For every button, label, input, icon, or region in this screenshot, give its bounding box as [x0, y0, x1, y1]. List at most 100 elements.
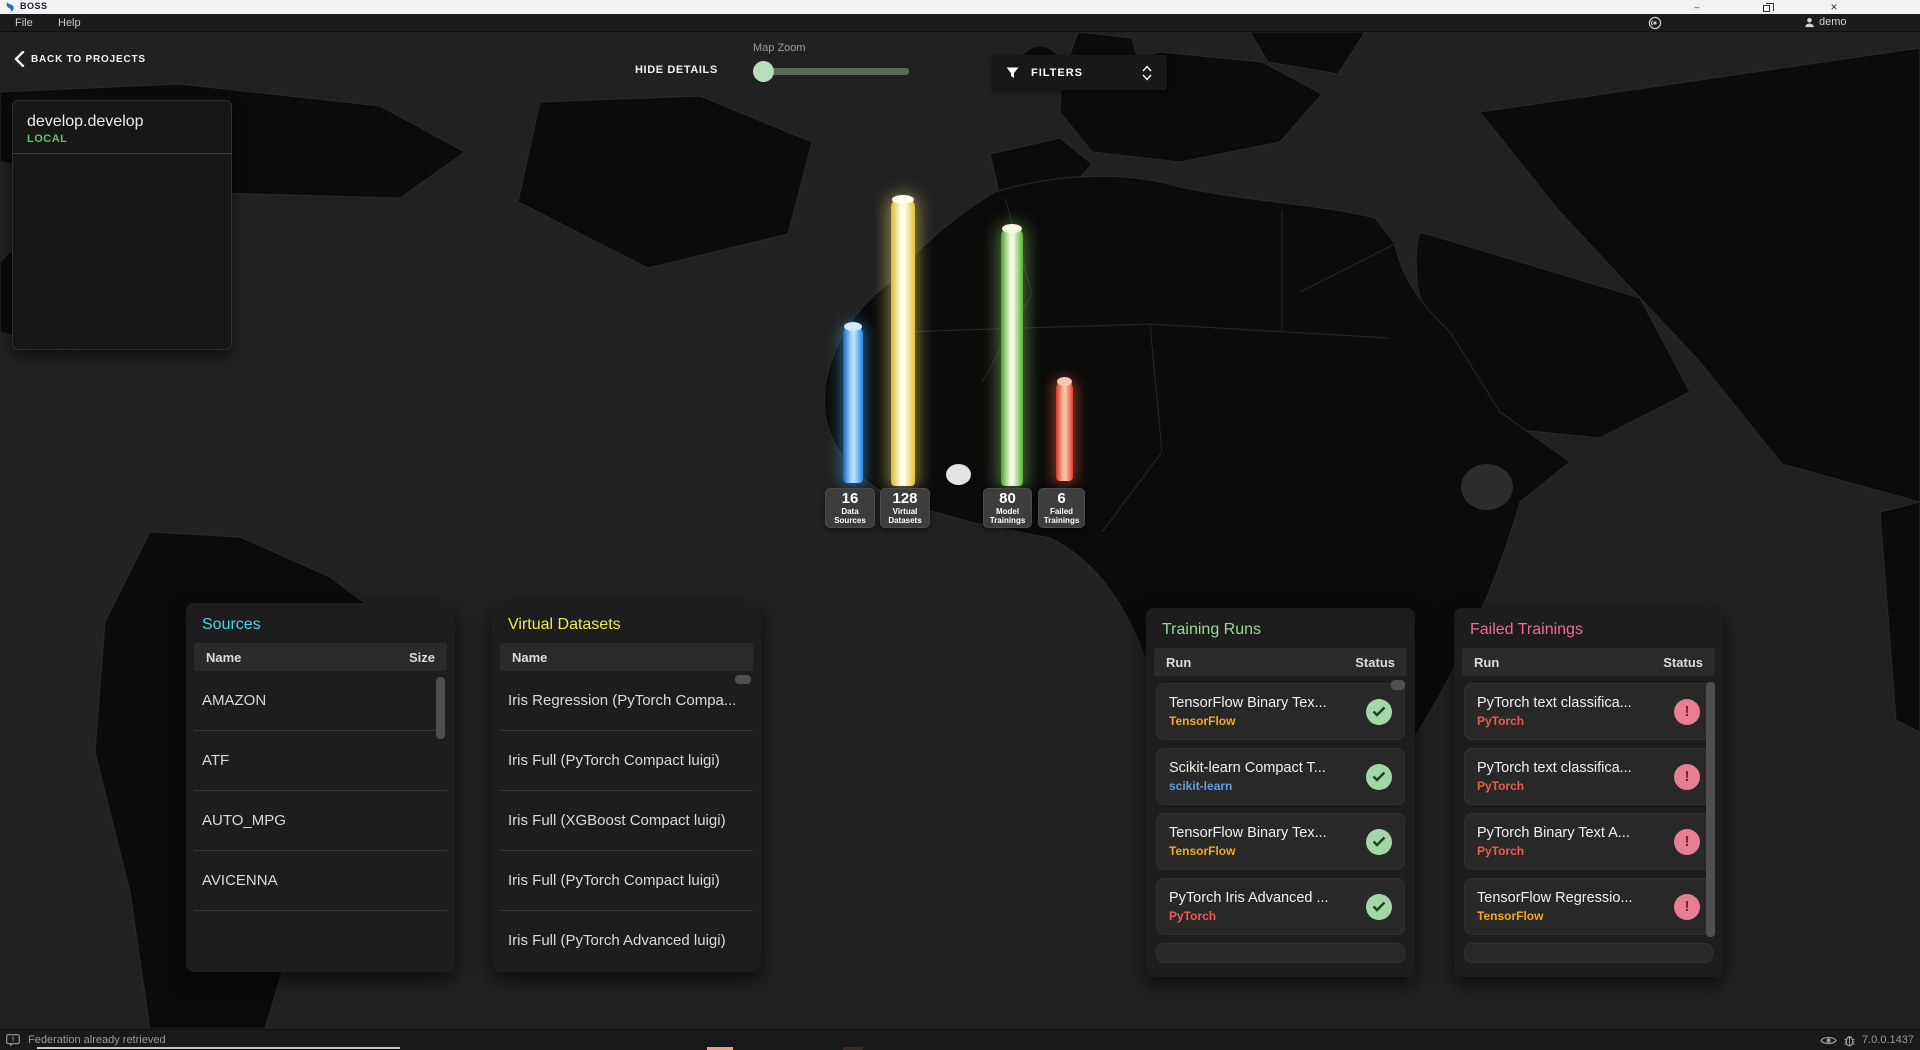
column-status: Status — [1355, 655, 1395, 670]
status-success-icon — [1366, 829, 1392, 855]
menu-bar: File Help demo — [0, 14, 1920, 32]
scrollbar-thumb[interactable] — [735, 675, 751, 684]
run-name: PyTorch Iris Advanced ... — [1169, 890, 1366, 906]
map-view: BACK TO PROJECTS HIDE DETAILS Map Zoom F… — [0, 32, 1920, 1029]
stat-badge-failed-trainings: 6 Failed Trainings — [1038, 488, 1085, 528]
bug-icon[interactable] — [1844, 1034, 1855, 1047]
window-titlebar: BOSS – ✕ — [0, 0, 1920, 14]
run-name: Scikit-learn Compact T... — [1169, 760, 1366, 776]
broadcast-icon[interactable] — [1648, 16, 1662, 30]
status-success-icon — [1366, 764, 1392, 790]
stat-badge-data-sources: 16 Data Sources — [825, 488, 875, 528]
training-run-row[interactable]: TensorFlow Binary Tex... TensorFlow — [1156, 683, 1405, 740]
dataset-name: Iris Full (PyTorch Compact luigi) — [508, 752, 749, 769]
scrollbar-thumb[interactable] — [436, 677, 445, 739]
map-zoom-slider-thumb[interactable] — [753, 61, 774, 82]
hide-details-button[interactable]: HIDE DETAILS — [635, 64, 718, 76]
dataset-row[interactable]: Iris Full (XGBoost Compact luigi) — [500, 791, 753, 851]
training-run-row[interactable]: TensorFlow Binary Tex... TensorFlow — [1156, 813, 1405, 870]
map-zoom-slider-track[interactable] — [753, 68, 909, 75]
training-runs-list: TensorFlow Binary Tex... TensorFlow Scik… — [1154, 676, 1407, 968]
training-run-row[interactable]: Scikit-learn Compact T... scikit-learn — [1156, 748, 1405, 805]
close-button[interactable]: ✕ — [1819, 0, 1849, 14]
bar-failed-trainings — [1056, 380, 1073, 481]
source-row[interactable]: AUTO_MPG — [194, 791, 447, 851]
virtual-datasets-panel: Virtual Datasets Name Iris Regression (P… — [492, 603, 761, 972]
source-row-partial — [194, 911, 447, 963]
run-framework: PyTorch — [1477, 844, 1674, 858]
failed-training-row[interactable]: TensorFlow Regressio... TensorFlow ! — [1464, 878, 1713, 935]
bar-model-trainings — [1001, 227, 1023, 486]
filter-funnel-icon — [1006, 67, 1019, 79]
stat-value: 128 — [881, 491, 929, 507]
run-framework: PyTorch — [1477, 779, 1674, 793]
minimize-button[interactable]: – — [1682, 0, 1712, 14]
notification-bubble-icon: ! — [6, 1034, 20, 1047]
project-local-badge: LOCAL — [27, 133, 217, 145]
failed-trainings-title: Failed Trainings — [1454, 608, 1723, 648]
sources-panel: Sources Name Size AMAZON ATF AUTO_MPG — [186, 603, 455, 972]
column-name: Name — [512, 650, 547, 665]
back-to-projects-button[interactable]: BACK TO PROJECTS — [14, 51, 146, 67]
menu-help[interactable]: Help — [52, 16, 87, 30]
stat-label: Sources — [826, 516, 874, 525]
source-row[interactable]: ATF — [194, 731, 447, 791]
source-row[interactable]: AVICENNA — [194, 851, 447, 911]
run-name: PyTorch text classifica... — [1477, 760, 1674, 776]
dataset-name: Iris Full (PyTorch Compact luigi) — [508, 872, 749, 889]
bar-virtual-datasets — [891, 198, 915, 486]
column-status: Status — [1663, 655, 1703, 670]
training-runs-title: Training Runs — [1146, 608, 1415, 648]
window-title: BOSS — [20, 1, 48, 11]
training-runs-column-header: Run Status — [1154, 648, 1407, 676]
status-success-icon — [1366, 894, 1392, 920]
run-name: TensorFlow Regressio... — [1477, 890, 1674, 906]
training-run-row[interactable]: PyTorch Iris Advanced ... PyTorch — [1156, 878, 1405, 935]
dataset-name: Iris Full (XGBoost Compact luigi) — [508, 812, 749, 829]
failed-trainings-list: PyTorch text classifica... PyTorch ! PyT… — [1462, 676, 1715, 968]
dataset-row[interactable]: Iris Full (PyTorch Compact luigi) — [500, 731, 753, 791]
stat-badge-model-trainings: 80 Model Trainings — [983, 488, 1032, 528]
restore-button[interactable] — [1751, 0, 1781, 14]
run-framework: scikit-learn — [1169, 779, 1366, 793]
virtual-datasets-list: Iris Regression (PyTorch Compa... Iris F… — [500, 671, 753, 963]
scrollbar-thumb[interactable] — [1391, 680, 1405, 690]
unfold-more-icon — [1141, 65, 1153, 81]
column-size: Size — [409, 650, 435, 665]
dataset-row[interactable]: Iris Full (PyTorch Advanced luigi) — [500, 911, 753, 963]
user-menu[interactable]: demo — [1804, 16, 1847, 28]
stat-value: 16 — [826, 491, 874, 507]
column-name: Name — [206, 650, 241, 665]
dataset-row[interactable]: Iris Full (PyTorch Compact luigi) — [500, 851, 753, 911]
app-version: 7.0.0.1437 — [1862, 1034, 1914, 1046]
project-card[interactable]: develop.develop LOCAL — [12, 100, 232, 350]
stat-label: Virtual — [881, 507, 929, 516]
scrollbar-thumb[interactable] — [1706, 682, 1715, 937]
stat-label: Trainings — [1039, 516, 1084, 525]
status-message: Federation already retrieved — [28, 1034, 166, 1046]
failed-training-row[interactable]: PyTorch text classifica... PyTorch ! — [1464, 748, 1713, 805]
menu-file[interactable]: File — [9, 16, 39, 30]
dataset-row[interactable]: Iris Regression (PyTorch Compa... — [500, 671, 753, 731]
failed-training-row[interactable]: PyTorch text classifica... PyTorch ! — [1464, 683, 1713, 740]
stat-label: Model — [984, 507, 1031, 516]
map-zoom-label: Map Zoom — [753, 42, 806, 54]
source-row[interactable]: AMAZON — [194, 671, 447, 731]
eye-icon[interactable] — [1820, 1035, 1837, 1046]
stat-label: Trainings — [984, 516, 1031, 525]
failed-trainings-column-header: Run Status — [1462, 648, 1715, 676]
map-location-marker — [946, 464, 971, 485]
failed-trainings-panel: Failed Trainings Run Status PyTorch text… — [1454, 608, 1723, 977]
app-window: BOSS – ✕ File Help demo — [0, 0, 1920, 1050]
training-run-row-partial — [1156, 943, 1405, 963]
sources-list: AMAZON ATF AUTO_MPG AVICENNA — [194, 671, 447, 963]
source-name: AUTO_MPG — [202, 812, 401, 829]
run-name: PyTorch Binary Text A... — [1477, 825, 1674, 841]
failed-training-row-partial — [1464, 943, 1713, 963]
filters-dropdown[interactable]: FILTERS — [992, 55, 1167, 90]
source-name: AMAZON — [202, 692, 401, 709]
failed-training-row[interactable]: PyTorch Binary Text A... PyTorch ! — [1464, 813, 1713, 870]
run-name: PyTorch text classifica... — [1477, 695, 1674, 711]
status-failed-icon: ! — [1674, 829, 1700, 855]
run-name: TensorFlow Binary Tex... — [1169, 825, 1366, 841]
